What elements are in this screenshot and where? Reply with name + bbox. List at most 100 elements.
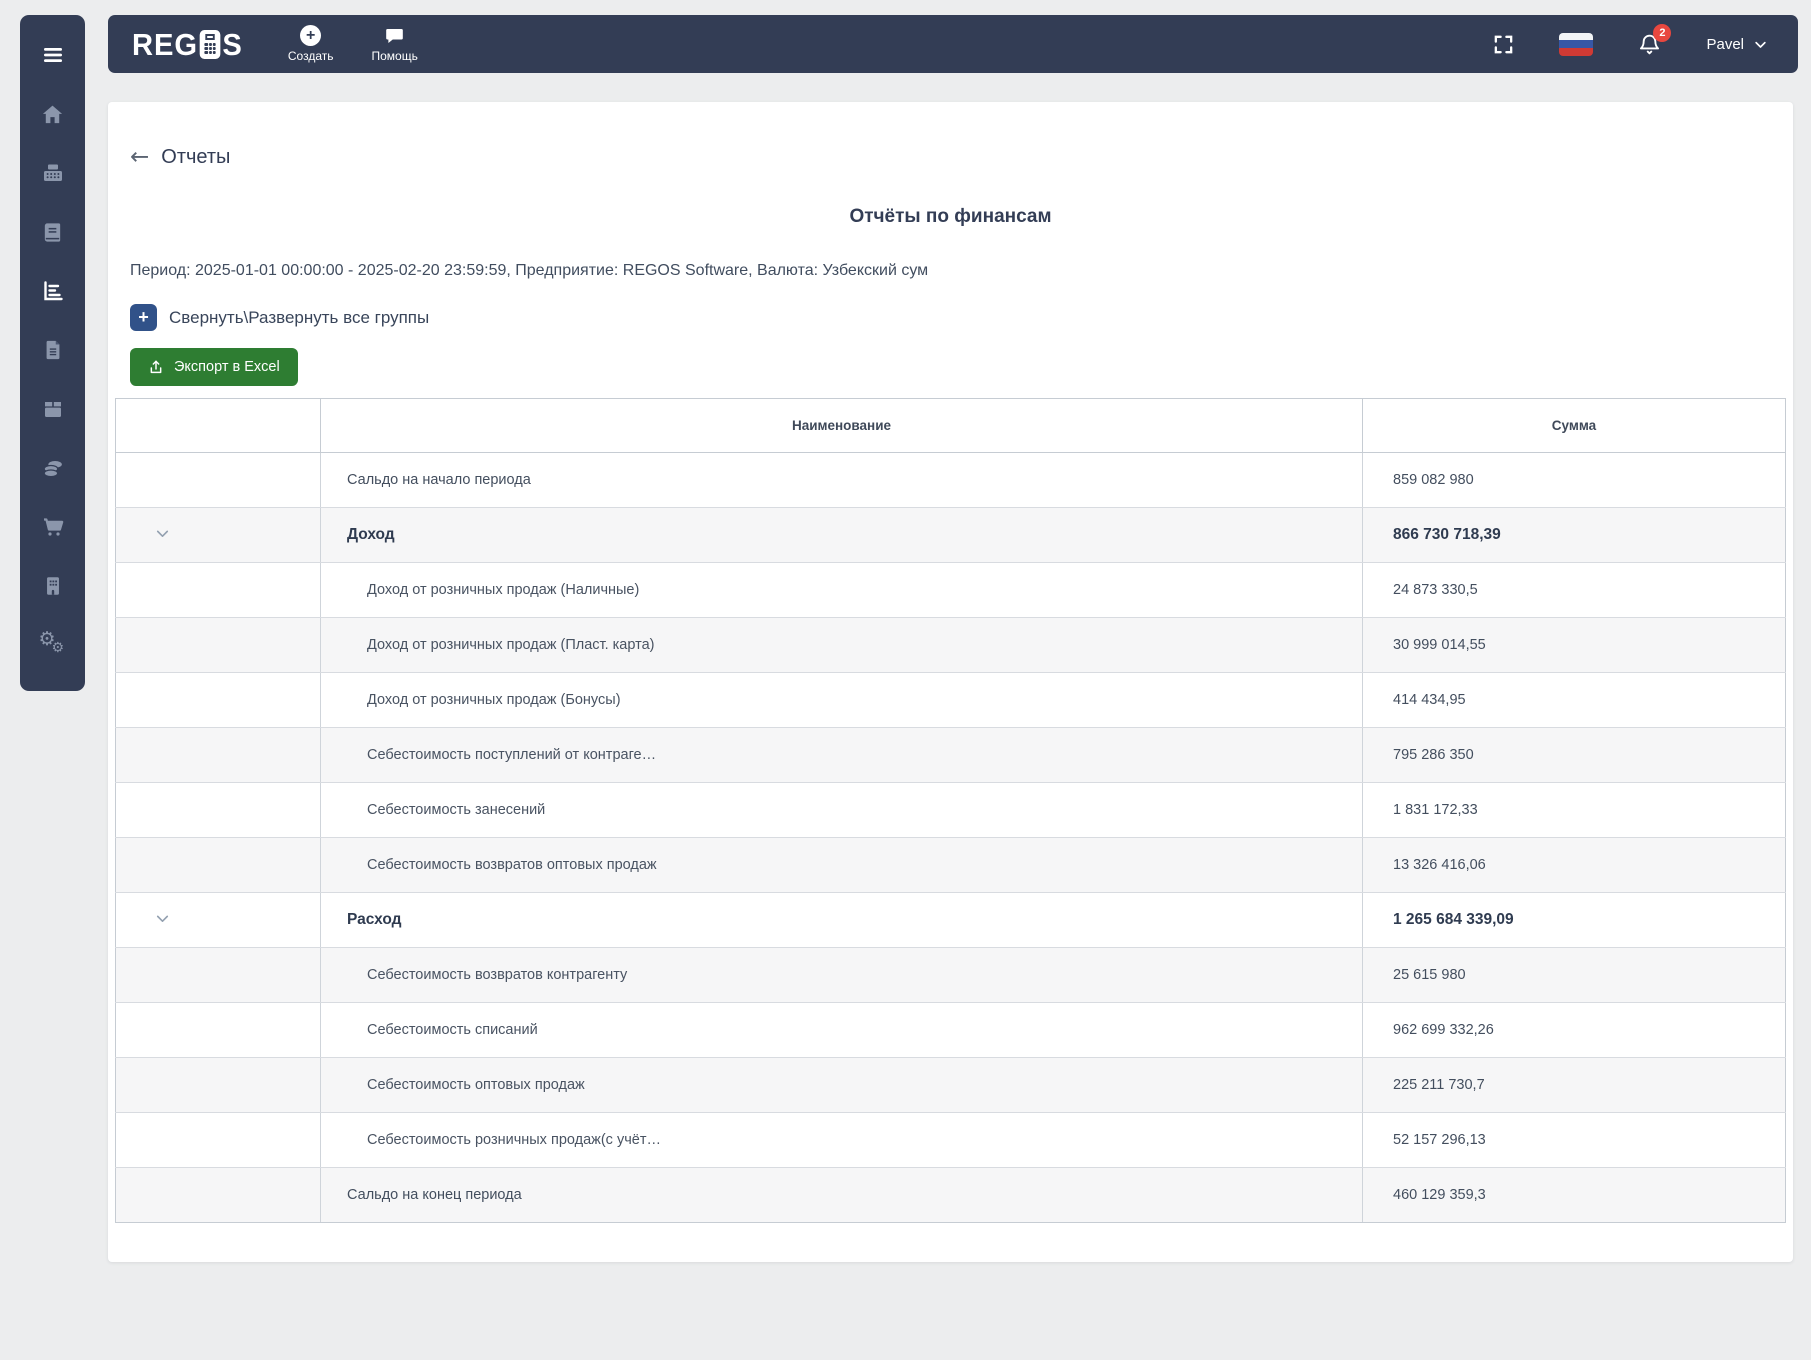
row-toggle-cell: [115, 507, 321, 563]
row-name: Доход: [320, 507, 1363, 563]
chevron-down-icon: [1755, 41, 1766, 48]
table-row: Расход 1 265 684 339,09: [115, 892, 1786, 948]
building-icon[interactable]: [35, 568, 71, 604]
name-column-header: Наименование: [320, 398, 1363, 453]
row-amount: 795 286 350: [1362, 727, 1786, 783]
row-empty-cell: [115, 947, 321, 1003]
gears-icon[interactable]: ⚙ ⚙: [35, 627, 71, 663]
create-label: Создать: [287, 49, 334, 63]
row-name: Себестоимость оптовых продаж: [320, 1057, 1363, 1113]
home-icon[interactable]: [35, 96, 71, 132]
table-row: Доход 866 730 718,39: [115, 507, 1786, 563]
report-title: Отчёты по финансам: [849, 206, 1052, 227]
table-row: Доход от розничных продаж (Наличные) 24 8…: [115, 562, 1786, 618]
row-amount: 24 873 330,5: [1362, 562, 1786, 618]
row-amount: 460 129 359,3: [1362, 1167, 1786, 1223]
report-meta: Период: 2025-01-01 00:00:00 - 2025-02-20…: [130, 262, 929, 279]
content-card: ← Отчеты Отчёты по финансам Период: 2025…: [108, 102, 1793, 1262]
row-amount: 1 831 172,33: [1362, 782, 1786, 838]
row-empty-cell: [115, 727, 321, 783]
row-amount: 30 999 014,55: [1362, 617, 1786, 673]
row-amount: 962 699 332,26: [1362, 1002, 1786, 1058]
row-amount: 414 434,95: [1362, 672, 1786, 728]
logo-text-right: S: [222, 26, 243, 62]
row-empty-cell: [115, 1112, 321, 1168]
table-row: Себестоимость поступлений от контраге… 79…: [115, 727, 1786, 783]
coins-icon[interactable]: [35, 450, 71, 486]
row-amount: 225 211 730,7: [1362, 1057, 1786, 1113]
user-menu[interactable]: Pavel: [1706, 36, 1768, 53]
row-name: Себестоимость занесений: [320, 782, 1363, 838]
chevron-down-icon[interactable]: [154, 525, 171, 542]
row-amount: 25 615 980: [1362, 947, 1786, 1003]
row-empty-cell: [115, 782, 321, 838]
create-button[interactable]: + Создать: [287, 25, 334, 63]
russian-flag-icon[interactable]: [1559, 32, 1594, 56]
collapse-expand-label: Свернуть\Развернуть все группы: [169, 307, 430, 327]
bar-chart-icon[interactable]: [35, 273, 71, 309]
report-table-body: Сальдо на начало периода 859 082 980 Доход…: [115, 452, 1786, 1223]
row-empty-cell: [115, 1002, 321, 1058]
export-excel-button[interactable]: Экспорт в Excel: [130, 348, 298, 386]
row-amount: 13 326 416,06: [1362, 837, 1786, 893]
chevron-down-icon[interactable]: [154, 910, 171, 927]
row-name: Себестоимость поступлений от контраге…: [320, 727, 1363, 783]
row-name: Сальдо на начало периода: [320, 452, 1363, 508]
row-empty-cell: [115, 562, 321, 618]
row-name: Доход от розничных продаж (Бонусы): [320, 672, 1363, 728]
cash-register-icon[interactable]: [35, 155, 71, 191]
logo-register-icon: [199, 29, 221, 59]
notification-badge: 2: [1653, 23, 1672, 42]
table-row: Себестоимость списаний 962 699 332,26: [115, 1002, 1786, 1058]
page-title: Отчеты: [161, 145, 231, 168]
row-name: Сальдо на конец периода: [320, 1167, 1363, 1223]
notifications-button[interactable]: 2: [1637, 23, 1672, 57]
table-row: Себестоимость занесений 1 831 172,33: [115, 782, 1786, 838]
row-amount: 866 730 718,39: [1362, 507, 1786, 563]
row-empty-cell: [115, 1167, 321, 1223]
table-header-row: Наименование Сумма: [115, 398, 1786, 453]
box-icon[interactable]: [35, 391, 71, 427]
help-button[interactable]: Помощь: [371, 25, 418, 63]
table-row: Себестоимость оптовых продаж 225 211 730,…: [115, 1057, 1786, 1113]
back-arrow-icon[interactable]: ←: [130, 145, 149, 169]
amount-column-header: Сумма: [1362, 398, 1786, 453]
fullscreen-icon[interactable]: [1492, 33, 1515, 56]
row-amount: 859 082 980: [1362, 452, 1786, 508]
row-empty-cell: [115, 617, 321, 673]
toggle-column-header: [115, 398, 321, 453]
row-empty-cell: [115, 1057, 321, 1113]
row-name: Себестоимость возвратов контрагенту: [320, 947, 1363, 1003]
row-name: Расход: [320, 892, 1363, 948]
row-empty-cell: [115, 837, 321, 893]
export-icon: [150, 360, 162, 374]
row-toggle-cell: [115, 892, 321, 948]
table-row: Себестоимость возвратов контрагенту 25 61…: [115, 947, 1786, 1003]
row-empty-cell: [115, 672, 321, 728]
table-row: Доход от розничных продаж (Бонусы) 414 43…: [115, 672, 1786, 728]
cart-icon[interactable]: [35, 509, 71, 545]
sidebar: ⚙ ⚙: [20, 15, 85, 691]
table-row: Себестоимость розничных продаж(с учёт… 52…: [115, 1112, 1786, 1168]
regos-logo: REG S: [132, 29, 243, 60]
user-name: Pavel: [1706, 35, 1744, 53]
collapse-expand-button[interactable]: +: [130, 304, 157, 331]
row-name: Доход от розничных продаж (Наличные): [320, 562, 1363, 618]
row-amount: 1 265 684 339,09: [1362, 892, 1786, 948]
logo-text-left: REG: [132, 26, 198, 62]
table-row: Сальдо на начало периода 859 082 980: [115, 452, 1786, 508]
row-amount: 52 157 296,13: [1362, 1112, 1786, 1168]
finance-report-table: Наименование Сумма Сальдо на начало пери…: [115, 398, 1786, 1223]
plus-circle-icon: +: [300, 25, 322, 46]
book-icon[interactable]: [35, 214, 71, 250]
row-empty-cell: [115, 452, 321, 508]
topbar: REG S + Создать Помощь 2 Pavel: [108, 15, 1798, 73]
table-row: Себестоимость возвратов оптовых продаж 13…: [115, 837, 1786, 893]
help-label: Помощь: [371, 49, 418, 63]
row-name: Себестоимость списаний: [320, 1002, 1363, 1058]
export-label: Экспорт в Excel: [174, 359, 280, 375]
document-icon[interactable]: [35, 332, 71, 368]
menu-icon[interactable]: [35, 37, 71, 73]
table-row: Сальдо на конец периода 460 129 359,3: [115, 1167, 1786, 1223]
row-name: Доход от розничных продаж (Пласт. карта): [320, 617, 1363, 673]
